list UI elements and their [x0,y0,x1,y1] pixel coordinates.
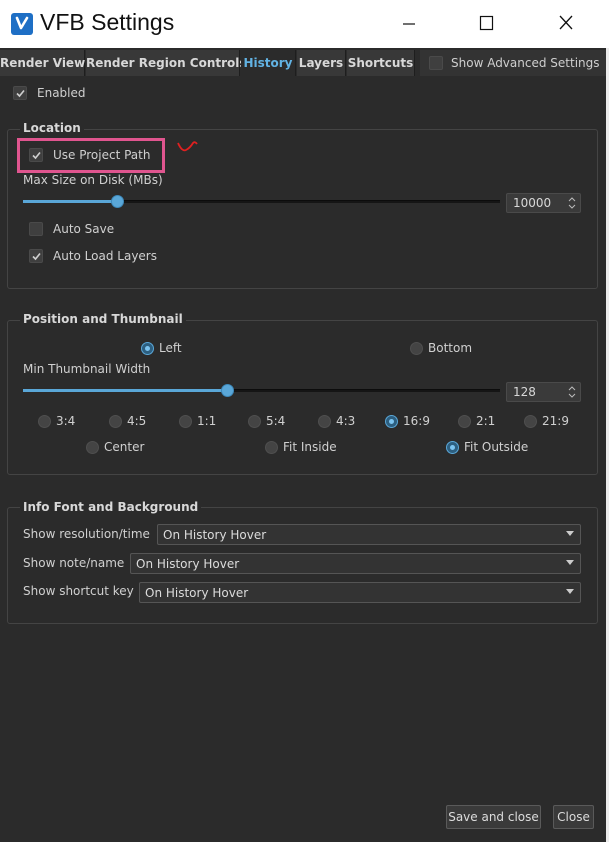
radio-center[interactable] [86,441,99,454]
save-and-close-button[interactable]: Save and close [446,805,541,829]
show-note-name-label: Show note/name [23,556,125,570]
show-shortcut-key-label: Show shortcut key [23,584,134,598]
enabled-checkbox[interactable] [13,86,27,100]
max-size-spinbox[interactable]: 10000 [506,193,581,213]
max-size-slider-fill [23,200,118,203]
max-size-label: Max Size on Disk (MBs) [23,173,163,187]
radio-ratio-16-9[interactable] [385,415,398,428]
tab-render-region-controls[interactable]: Render Region Controls [86,50,247,76]
show-note-name-dropdown[interactable]: On History Hover [130,553,581,574]
tab-layers[interactable]: Layers [297,50,346,76]
close-button[interactable]: Close [553,805,594,829]
radio-left[interactable] [141,342,154,355]
radio-bottom[interactable] [410,342,423,355]
advanced-settings-toggle[interactable]: Show Advanced Settings [420,50,606,76]
max-size-slider-handle[interactable] [111,195,124,208]
min-width-slider-fill [23,389,228,392]
radio-fit-inside[interactable] [265,441,278,454]
chevron-down-icon [566,531,574,536]
dropdown-value: On History Hover [163,528,267,542]
radio-center-label: Center [104,440,145,454]
advanced-settings-checkbox[interactable] [429,56,443,70]
vray-logo-icon [11,13,33,35]
radio-ratio-21-9[interactable] [524,415,537,428]
title-bar: VFB Settings [0,0,609,48]
dropdown-value: On History Hover [136,557,240,571]
advanced-settings-label: Show Advanced Settings [451,56,600,70]
tab-shortcuts[interactable]: Shortcuts [347,50,415,76]
auto-save-label: Auto Save [53,222,115,236]
annotation-highlight-box [17,138,165,173]
spin-arrows-icon[interactable] [568,385,576,399]
radio-bottom-label: Bottom [428,341,473,355]
tab-bar: Render View Render Region Controls Histo… [0,50,609,76]
ratio-label: 1:1 [197,414,217,428]
spin-arrows-icon[interactable] [568,196,576,210]
ratio-label: 4:3 [336,414,356,428]
min-width-spinbox[interactable]: 128 [506,382,581,402]
ratio-label: 3:4 [56,414,76,428]
radio-ratio-4-5[interactable] [109,415,122,428]
ratio-label: 5:4 [266,414,286,428]
radio-fit-outside-label: Fit Outside [464,440,529,454]
tab-history[interactable]: History [241,50,296,76]
radio-ratio-3-4[interactable] [38,415,51,428]
min-width-value: 128 [513,385,536,399]
close-window-button[interactable] [543,0,589,48]
annotation-check-mark-icon [177,141,198,152]
ratio-label: 21:9 [542,414,569,428]
window-title: VFB Settings [40,9,175,35]
show-shortcut-key-dropdown[interactable]: On History Hover [139,582,581,603]
location-title: Location [20,121,84,135]
radio-ratio-1-1[interactable] [179,415,192,428]
enabled-label: Enabled [37,86,86,100]
max-size-value: 10000 [513,196,552,210]
ratio-label: 16:9 [403,414,430,428]
radio-ratio-4-3[interactable] [318,415,331,428]
chevron-down-icon [566,560,574,565]
radio-fit-inside-label: Fit Inside [283,440,337,454]
auto-save-checkbox[interactable] [29,222,43,236]
minimize-button[interactable] [386,0,432,48]
ratio-label: 2:1 [476,414,496,428]
ratio-label: 4:5 [127,414,147,428]
auto-load-layers-label: Auto Load Layers [53,249,157,263]
radio-ratio-5-4[interactable] [248,415,261,428]
min-thumbnail-width-label: Min Thumbnail Width [23,362,151,376]
min-width-slider-handle[interactable] [221,384,234,397]
show-resolution-time-label: Show resolution/time [23,527,150,541]
maximize-button[interactable] [463,0,509,48]
auto-load-layers-checkbox[interactable] [29,249,43,263]
show-resolution-time-dropdown[interactable]: On History Hover [157,524,581,545]
radio-fit-outside[interactable] [446,441,459,454]
tab-render-view[interactable]: Render View [0,50,85,76]
radio-ratio-2-1[interactable] [458,415,471,428]
position-thumbnail-title: Position and Thumbnail [20,312,186,326]
chevron-down-icon [566,589,574,594]
dropdown-value: On History Hover [145,586,249,600]
info-font-background-title: Info Font and Background [20,500,202,514]
radio-left-label: Left [159,341,182,355]
